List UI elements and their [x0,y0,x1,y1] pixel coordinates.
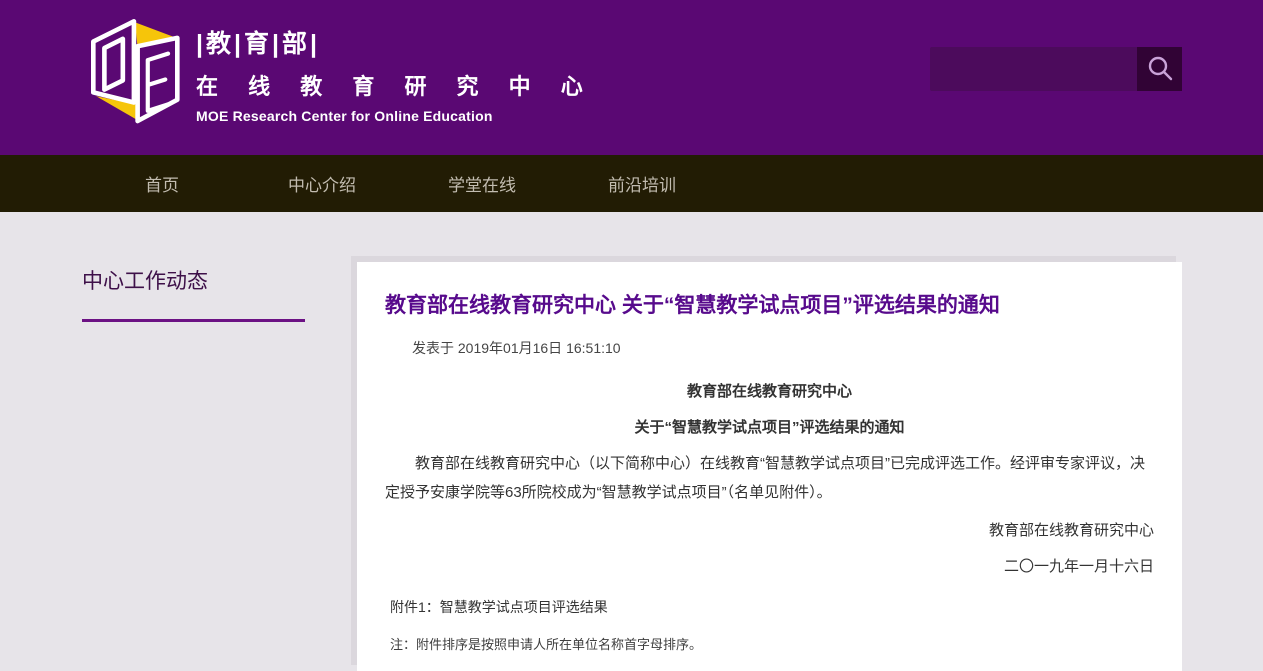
article-card: 教育部在线教育研究中心 关于“智慧教学试点项目”评选结果的通知 发表于 2019… [357,262,1182,671]
article-heading-subject: 关于“智慧教学试点项目”评选结果的通知 [385,416,1154,437]
article-signature: 教育部在线教育研究中心 [385,519,1154,540]
search-icon [1146,55,1174,83]
page-content: 中心工作动态 教育部在线教育研究中心 关于“智慧教学试点项目”评选结果的通知 发… [0,212,1263,671]
logo-line-center-name: 在 线 教 育 研 究 中 心 [196,69,595,101]
article-title: 教育部在线教育研究中心 关于“智慧教学试点项目”评选结果的通知 [385,293,1154,319]
nav-item-center-intro[interactable]: 中心介绍 [242,171,402,196]
sidebar: 中心工作动态 [82,265,305,322]
nav-item-frontier-training[interactable]: 前沿培训 [562,171,722,196]
main-nav: 首页 中心介绍 学堂在线 前沿培训 [0,155,1263,212]
article-publish-date: 发表于 2019年01月16日 16:51:10 [412,338,1154,358]
article-heading-org: 教育部在线教育研究中心 [385,380,1154,401]
nav-item-xuetang-online[interactable]: 学堂在线 [402,171,562,196]
site-logo[interactable]: |教|育|部| 在 线 教 育 研 究 中 心 MOE Research Cen… [85,8,595,138]
search-input[interactable] [930,47,1137,91]
logo-text-block: |教|育|部| 在 线 教 育 研 究 中 心 MOE Research Cen… [196,8,595,124]
site-header: |教|育|部| 在 线 教 育 研 究 中 心 MOE Research Cen… [0,0,1263,155]
nav-item-home[interactable]: 首页 [82,171,242,196]
sidebar-title-underline [82,319,305,322]
article-note: 注：附件排序是按照申请人所在单位名称首字母排序。 [390,634,1154,653]
article-paragraph: 教育部在线教育研究中心（以下简称中心）在线教育“智慧教学试点项目”已完成评选工作… [385,449,1154,507]
search-button[interactable] [1137,47,1182,91]
logo-line-english: MOE Research Center for Online Education [196,108,595,124]
search-bar [930,47,1182,91]
attachment-link[interactable]: 附件1：智慧教学试点项目评选结果 [390,597,1154,617]
logo-line-moe: |教|育|部| [196,24,595,60]
article-signature-date: 二〇一九年一月十六日 [385,555,1154,576]
sidebar-section-title: 中心工作动态 [82,265,305,295]
oe-cube-icon [85,8,181,138]
